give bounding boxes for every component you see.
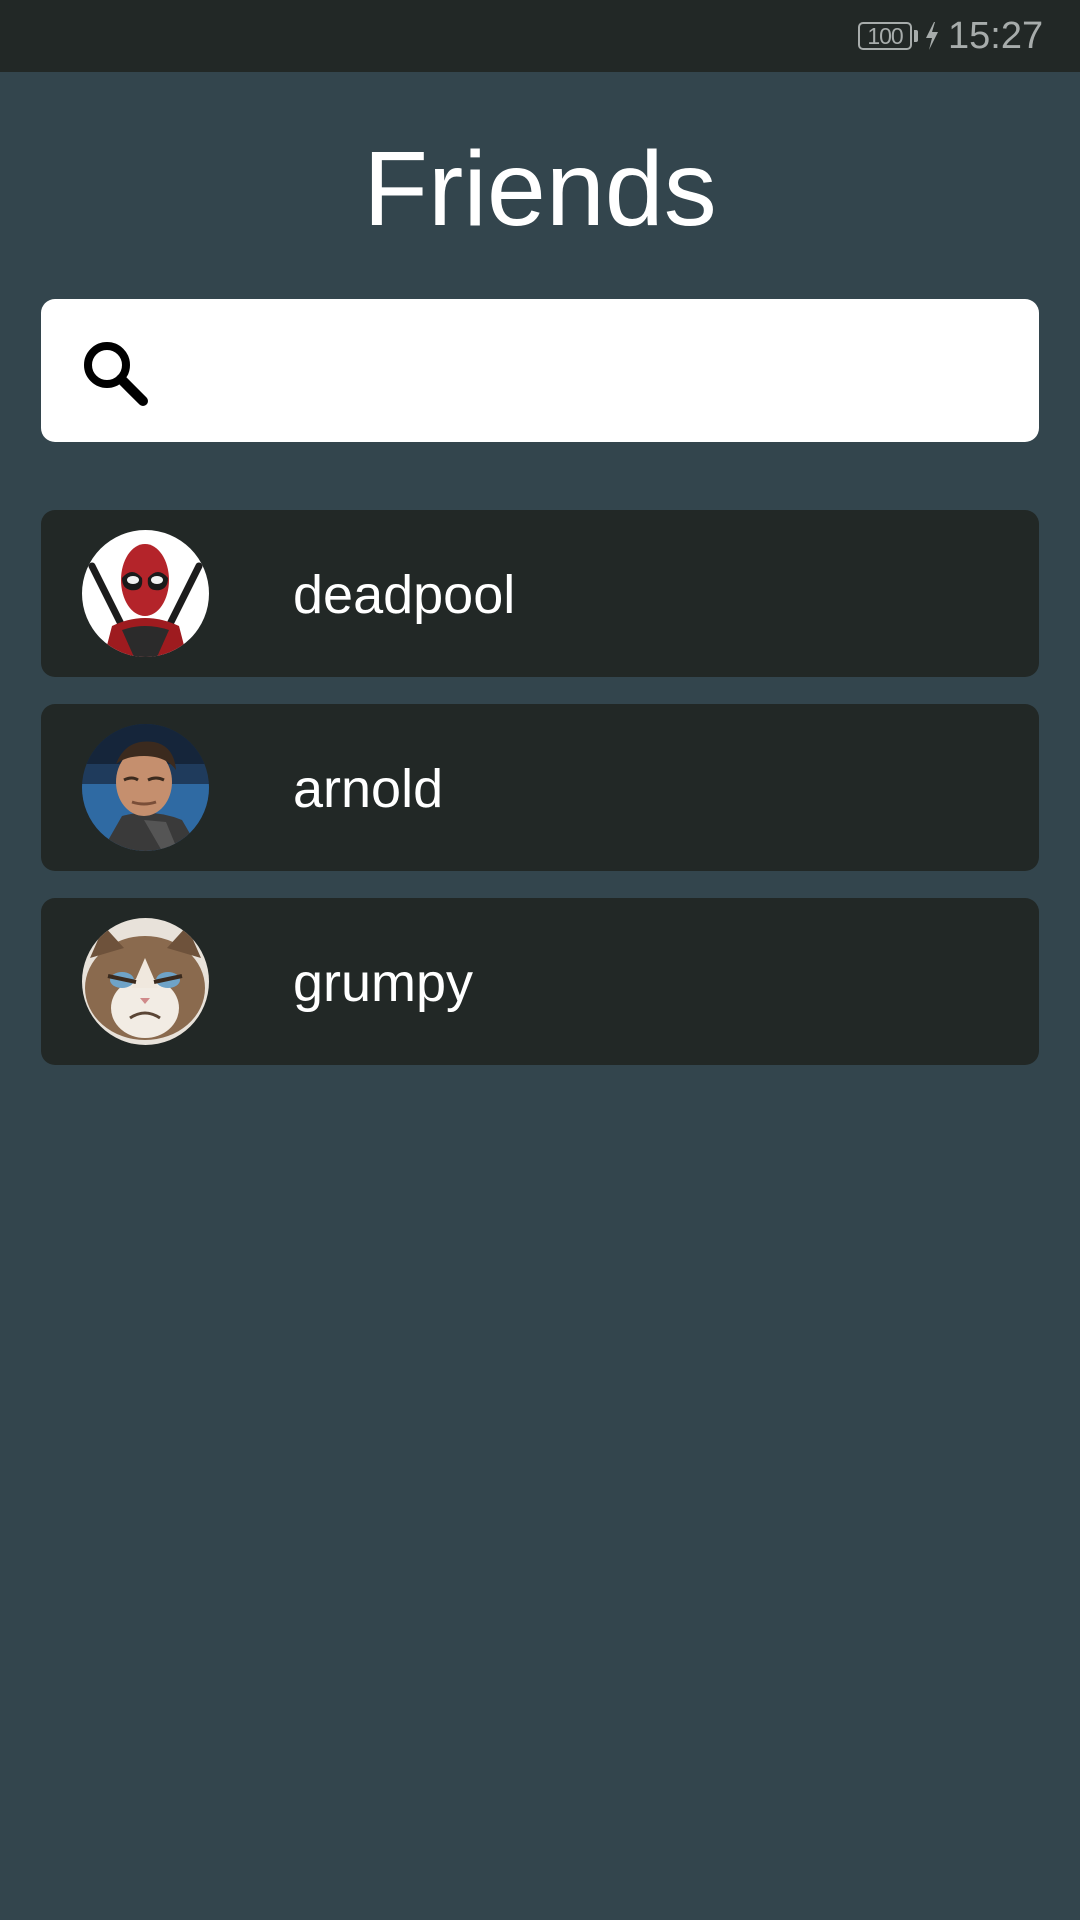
page-title: Friends <box>363 130 717 248</box>
search-icon[interactable] <box>77 335 153 411</box>
status-bar: 100 15:27 <box>0 0 1080 72</box>
deadpool-avatar <box>82 530 209 657</box>
battery-nub <box>914 30 918 42</box>
battery-icon: 100 <box>858 22 912 50</box>
charging-bolt-icon <box>926 22 938 50</box>
status-time: 15:27 <box>948 15 1044 57</box>
grumpy-cat-avatar <box>82 918 209 1045</box>
battery-level: 100 <box>867 23 903 49</box>
search-input[interactable] <box>181 323 1015 420</box>
friend-row-deadpool[interactable]: deadpool <box>41 510 1039 677</box>
friend-name: deadpool <box>293 565 516 625</box>
friend-name: arnold <box>293 759 444 819</box>
search-bar[interactable] <box>41 299 1039 442</box>
arnold-avatar <box>82 724 209 851</box>
friend-row-grumpy[interactable]: grumpy <box>41 898 1039 1065</box>
friend-row-arnold[interactable]: arnold <box>41 704 1039 871</box>
friend-name: grumpy <box>293 953 474 1013</box>
